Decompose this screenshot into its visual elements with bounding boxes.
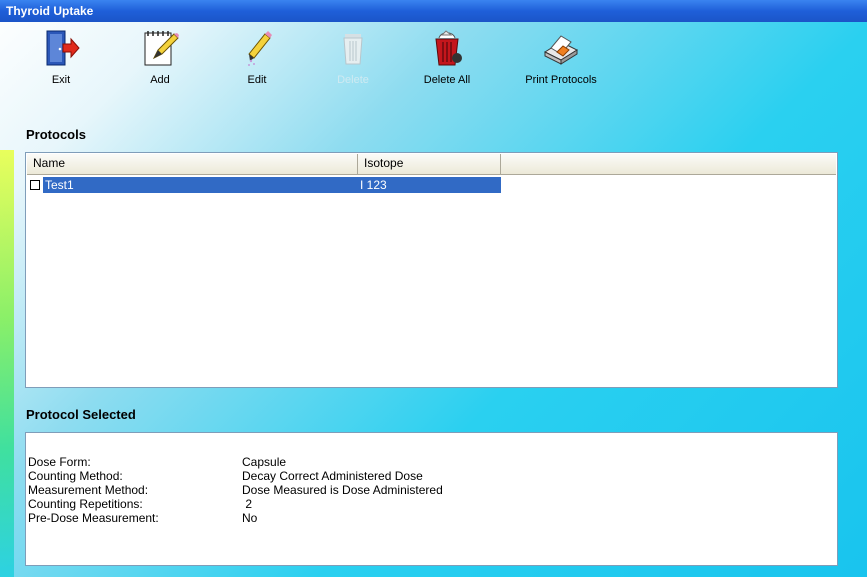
protocols-list[interactable]: Name Isotope Test1 I 123 [25, 152, 838, 388]
protocols-list-header: Name Isotope [27, 154, 836, 175]
exit-label: Exit [51, 74, 71, 86]
notepad-pencil-icon [144, 31, 179, 66]
row-isotope: I 123 [360, 178, 387, 192]
detail-value: 2 [242, 497, 253, 511]
row-checkbox[interactable] [30, 180, 40, 190]
protocol-details-panel: Dose Form: Capsule Counting Method: Deca… [25, 432, 838, 566]
background-glow [0, 150, 14, 577]
detail-value: No [242, 511, 258, 525]
edit-label: Edit [247, 74, 267, 86]
row-name: Test1 [45, 178, 74, 192]
eraser-pencil-icon [248, 31, 272, 66]
printer-icon [543, 35, 579, 65]
exit-button[interactable]: Exit [26, 28, 96, 86]
delete-button[interactable]: Delete [318, 28, 388, 86]
protocols-heading: Protocols [26, 127, 86, 142]
print-protocols-button[interactable]: Print Protocols [516, 28, 606, 86]
window-title-bar: Thyroid Uptake [0, 0, 867, 22]
add-label: Add [150, 74, 170, 86]
column-header-isotope[interactable]: Isotope [358, 154, 501, 174]
exit-door-icon [46, 30, 80, 66]
toolbar: Exit Add Edit Delete Delete All Print Pr… [0, 28, 867, 98]
print-protocols-label: Print Protocols [525, 74, 597, 86]
detail-label: Measurement Method: [28, 483, 149, 497]
trash-can-icon [343, 34, 363, 65]
detail-value: Dose Measured is Dose Administered [242, 483, 443, 497]
delete-all-label: Delete All [423, 74, 471, 86]
column-header-empty [501, 154, 836, 174]
protocol-selected-heading: Protocol Selected [26, 407, 136, 422]
detail-value: Decay Correct Administered Dose [242, 469, 423, 483]
add-button[interactable]: Add [125, 28, 195, 86]
delete-label: Delete [337, 74, 369, 86]
detail-dose-form: Dose Form: Capsule [28, 455, 286, 469]
detail-counting-method: Counting Method: Decay Correct Administe… [28, 469, 423, 483]
detail-pre-dose-measurement: Pre-Dose Measurement: No [28, 511, 257, 525]
detail-label: Pre-Dose Measurement: [28, 511, 159, 525]
full-trash-can-icon [435, 30, 462, 66]
detail-label: Dose Form: [28, 455, 91, 469]
edit-button[interactable]: Edit [222, 28, 292, 86]
list-item[interactable]: Test1 I 123 [30, 177, 501, 193]
detail-value: Capsule [242, 455, 287, 469]
column-header-name[interactable]: Name [27, 154, 358, 174]
window-title: Thyroid Uptake [6, 4, 94, 18]
detail-measurement-method: Measurement Method: Dose Measured is Dos… [28, 483, 443, 497]
delete-all-button[interactable]: Delete All [412, 28, 482, 86]
detail-counting-repetitions: Counting Repetitions: 2 [28, 497, 252, 511]
detail-label: Counting Method: [28, 469, 123, 483]
selected-row-highlight: Test1 I 123 [43, 177, 501, 193]
detail-label: Counting Repetitions: [28, 497, 143, 511]
